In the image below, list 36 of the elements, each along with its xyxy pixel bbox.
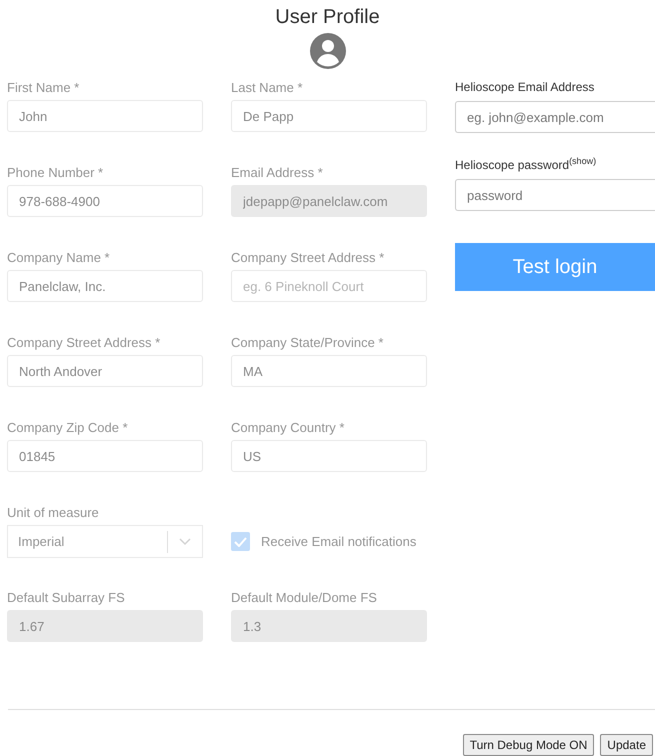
user-avatar-icon (310, 33, 346, 69)
field-label: Phone Number * (7, 164, 104, 182)
field-label: Company Country * (231, 419, 346, 437)
input-field[interactable]: John (7, 100, 203, 132)
select-field[interactable]: Imperial (7, 525, 203, 558)
field-label: Helioscope password (455, 157, 570, 174)
chevron-down-icon (179, 538, 191, 546)
input-field[interactable]: US (231, 440, 427, 472)
action-button[interactable]: Turn Debug Mode ON (462, 734, 594, 756)
field-label: Default Subarray FS (7, 589, 126, 607)
field-label: Company Name * (7, 249, 111, 267)
field-label: Company Street Address * (7, 334, 162, 352)
show-password-link[interactable]: (show) (569, 157, 596, 179)
field-label: Company Zip Code * (7, 419, 129, 437)
action-button[interactable]: Update (600, 734, 653, 756)
input-field[interactable]: eg. john@example.com (455, 101, 655, 133)
page-title: User Profile (274, 6, 381, 29)
input-field[interactable]: Panelclaw, Inc. (7, 270, 203, 302)
field-label: Last Name * (231, 79, 304, 97)
checkbox-label: Receive Email notifications (261, 534, 416, 549)
input-field[interactable]: North Andover (7, 355, 203, 387)
field-label: Default Module/Dome FS (231, 589, 378, 607)
test-login-button[interactable]: Test login (455, 243, 655, 291)
field-label: Company State/Province * (231, 334, 384, 352)
input-field[interactable]: MA (231, 355, 427, 387)
field-label: Helioscope Email Address (455, 79, 594, 96)
input-field[interactable]: password (455, 179, 655, 211)
input-field[interactable]: De Papp (231, 100, 427, 132)
input-field[interactable]: 01845 (7, 440, 203, 472)
field-label: Email Address * (231, 164, 324, 182)
input-field[interactable]: 978-688-4900 (7, 185, 203, 217)
field-label: Unit of measure (7, 504, 100, 522)
field-label: Company Street Address * (231, 249, 386, 267)
checkbox[interactable] (231, 532, 250, 551)
check-icon (234, 536, 247, 546)
field-label: First Name * (7, 79, 80, 97)
